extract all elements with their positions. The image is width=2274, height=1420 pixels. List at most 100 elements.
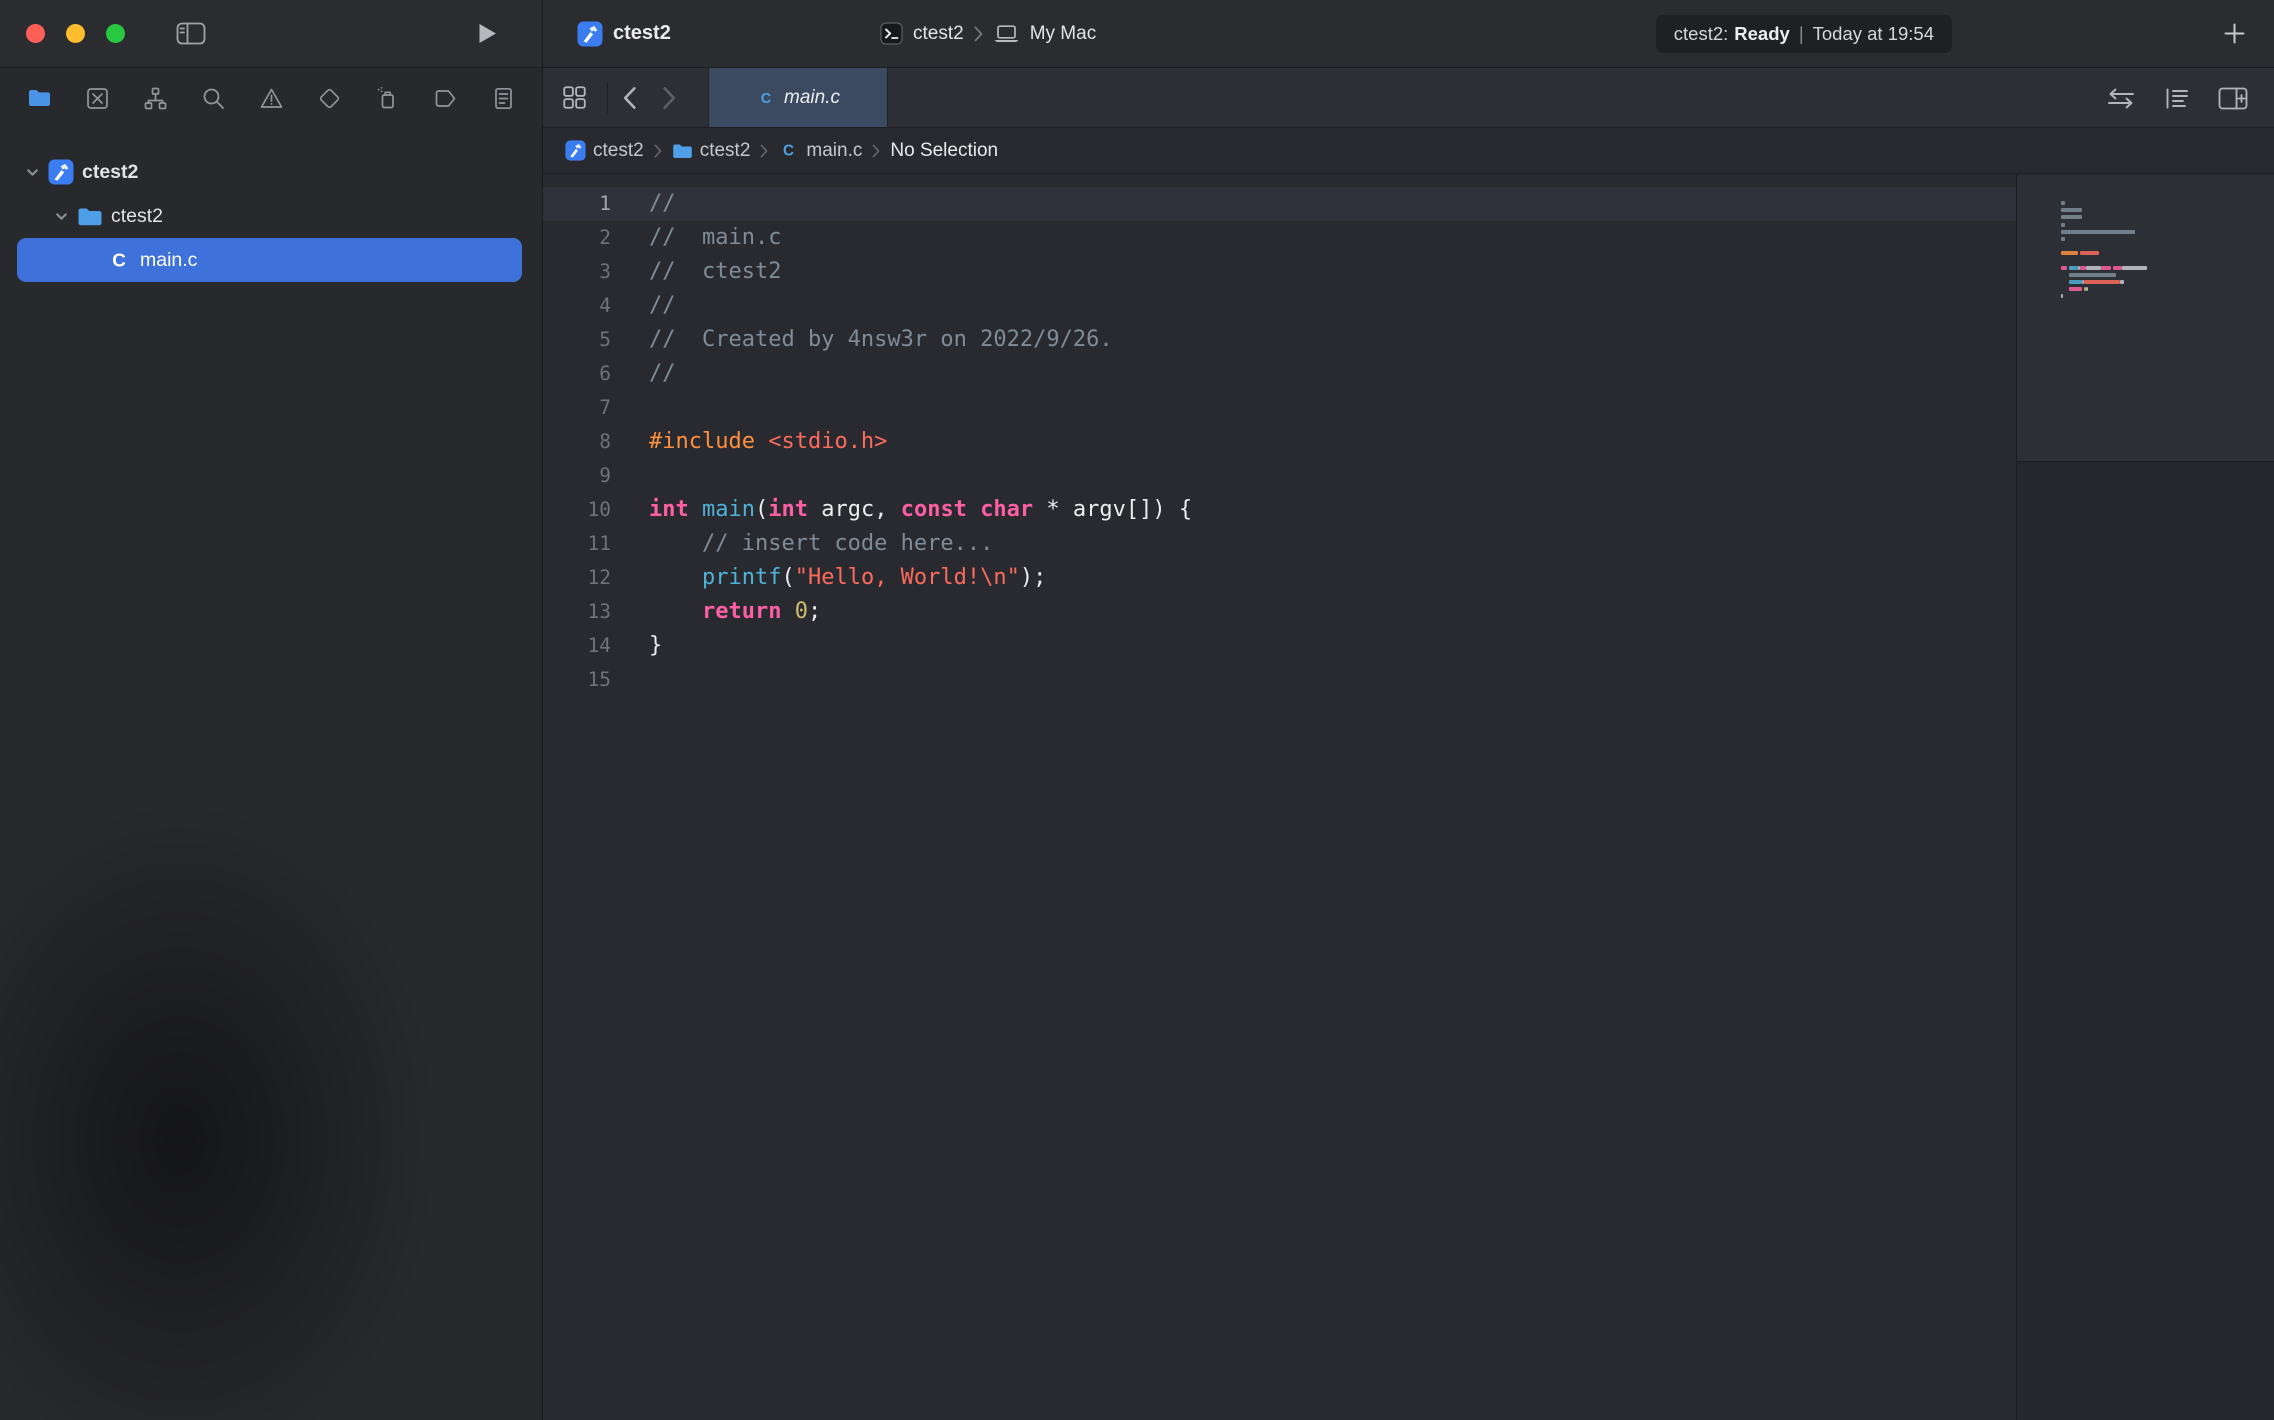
token-plain <box>689 497 702 522</box>
token-plain: } <box>649 633 662 658</box>
tree-row-ctest2[interactable]: ctest2 <box>17 150 522 194</box>
zoom-window-button[interactable] <box>106 24 125 43</box>
line-number[interactable]: 13 <box>543 595 635 629</box>
token-function: main <box>702 497 755 522</box>
minimap-line <box>2061 280 2147 284</box>
breadcrumb-item[interactable]: ctest2 <box>672 140 751 162</box>
minimap[interactable] <box>2016 175 2274 1420</box>
breadcrumb-item[interactable]: Cmain.c <box>778 140 862 162</box>
minimap-segment <box>2101 266 2112 270</box>
navtab-source-control-navigator[interactable] <box>80 79 114 117</box>
minimap-line <box>2061 251 2147 255</box>
token-plain: ( <box>781 565 794 590</box>
minimap-segment <box>2084 280 2120 284</box>
tree-row-main.c[interactable]: Cmain.c <box>17 238 522 282</box>
run-button[interactable] <box>477 22 498 45</box>
code-line[interactable]: 8#include <stdio.h> <box>543 425 2016 459</box>
code-editor[interactable]: 1//2// main.c3// ctest24//5// Created by… <box>543 175 2016 1420</box>
code-review-button[interactable] <box>2106 87 2136 110</box>
related-items-button[interactable] <box>561 84 588 111</box>
breadcrumb-label: No Selection <box>890 140 998 162</box>
token-plain <box>755 429 768 454</box>
navtab-project-navigator[interactable] <box>22 79 56 117</box>
add-editor-button[interactable] <box>2218 87 2248 110</box>
minimap-segment <box>2061 208 2082 212</box>
minimap-line <box>2061 215 2147 219</box>
minimap-line <box>2061 287 2147 291</box>
disclosure-chevron-icon[interactable] <box>25 165 40 180</box>
code-line[interactable]: 7 <box>543 391 2016 425</box>
code-line[interactable]: 15 <box>543 663 2016 697</box>
line-number[interactable]: 15 <box>543 663 635 697</box>
code-line[interactable]: 4// <box>543 289 2016 323</box>
tab-main-c[interactable]: C main.c <box>708 68 888 127</box>
library-add-button[interactable] <box>2223 22 2246 45</box>
token-plain <box>781 599 794 624</box>
line-number[interactable]: 8 <box>543 425 635 459</box>
code-text <box>635 663 649 697</box>
code-line[interactable]: 2// main.c <box>543 221 2016 255</box>
navtab-symbol-navigator[interactable] <box>138 79 172 117</box>
minimap-segment <box>2113 266 2121 270</box>
navtab-issue-navigator[interactable] <box>254 79 288 117</box>
line-number[interactable]: 12 <box>543 561 635 595</box>
tree-row-ctest2[interactable]: ctest2 <box>17 194 522 238</box>
close-window-button[interactable] <box>26 24 45 43</box>
code-line[interactable]: 6// <box>543 357 2016 391</box>
minimap-segment <box>2061 230 2135 234</box>
code-line[interactable]: 10int main(int argc, const char * argv[]… <box>543 493 2016 527</box>
scheme-name[interactable]: ctest2 <box>913 23 964 45</box>
folder-icon <box>77 203 103 229</box>
line-number[interactable]: 2 <box>543 221 635 255</box>
minimap-segment <box>2061 287 2069 291</box>
token-keyword: char <box>980 497 1033 522</box>
activity-status[interactable]: ctest2: Ready | Today at 19:54 <box>1656 15 1952 53</box>
token-keyword: const <box>901 497 967 522</box>
code-line[interactable]: 5// Created by 4nsw3r on 2022/9/26. <box>543 323 2016 357</box>
line-number[interactable]: 10 <box>543 493 635 527</box>
code-line[interactable]: 13 return 0; <box>543 595 2016 629</box>
minimap-segment <box>2069 280 2082 284</box>
breadcrumb: ctest2 ctest2 Cmain.c No Selection <box>543 128 2274 174</box>
code-line[interactable]: 14} <box>543 629 2016 663</box>
minimap-segment <box>2086 266 2101 270</box>
sidebar-editor-divider[interactable] <box>542 0 543 1420</box>
navtab-report-navigator[interactable] <box>486 79 520 117</box>
tree-item-label: ctest2 <box>82 161 138 184</box>
breadcrumb-item[interactable]: No Selection <box>890 140 998 162</box>
line-number[interactable]: 3 <box>543 255 635 289</box>
minimap-line <box>2061 230 2147 234</box>
svg-text:C: C <box>783 143 794 160</box>
code-text: return 0; <box>635 595 821 629</box>
navtab-breakpoint-navigator[interactable] <box>428 79 462 117</box>
line-number[interactable]: 6 <box>543 357 635 391</box>
line-number[interactable]: 5 <box>543 323 635 357</box>
editor-options-button[interactable] <box>2164 86 2190 111</box>
disclosure-chevron-icon[interactable] <box>54 209 69 224</box>
code-line[interactable]: 12 printf("Hello, World!\n"); <box>543 561 2016 595</box>
code-text: // ctest2 <box>635 255 781 289</box>
token-plain: argc, <box>808 497 901 522</box>
navtab-find-navigator[interactable] <box>196 79 230 117</box>
line-number[interactable]: 4 <box>543 289 635 323</box>
toggle-navigator-icon[interactable] <box>176 22 206 45</box>
code-line[interactable]: 1// <box>543 187 2016 221</box>
go-forward-button[interactable] <box>662 86 677 110</box>
line-number[interactable]: 14 <box>543 629 635 663</box>
code-text: // <box>635 187 676 221</box>
code-line[interactable]: 3// ctest2 <box>543 255 2016 289</box>
navtab-test-navigator[interactable] <box>312 79 346 117</box>
minimize-window-button[interactable] <box>66 24 85 43</box>
code-line[interactable]: 9 <box>543 459 2016 493</box>
scheme-selector[interactable]: ctest2 My Mac <box>880 0 1096 67</box>
go-back-button[interactable] <box>622 86 637 110</box>
code-line[interactable]: 11 // insert code here... <box>543 527 2016 561</box>
line-number[interactable]: 11 <box>543 527 635 561</box>
scheme-destination[interactable]: My Mac <box>1030 23 1097 45</box>
navtab-debug-navigator[interactable] <box>370 79 404 117</box>
line-number[interactable]: 1 <box>543 187 635 221</box>
breadcrumb-item[interactable]: ctest2 <box>565 140 644 162</box>
line-number[interactable]: 9 <box>543 459 635 493</box>
line-number[interactable]: 7 <box>543 391 635 425</box>
breadcrumb-chevron-icon <box>872 144 880 158</box>
